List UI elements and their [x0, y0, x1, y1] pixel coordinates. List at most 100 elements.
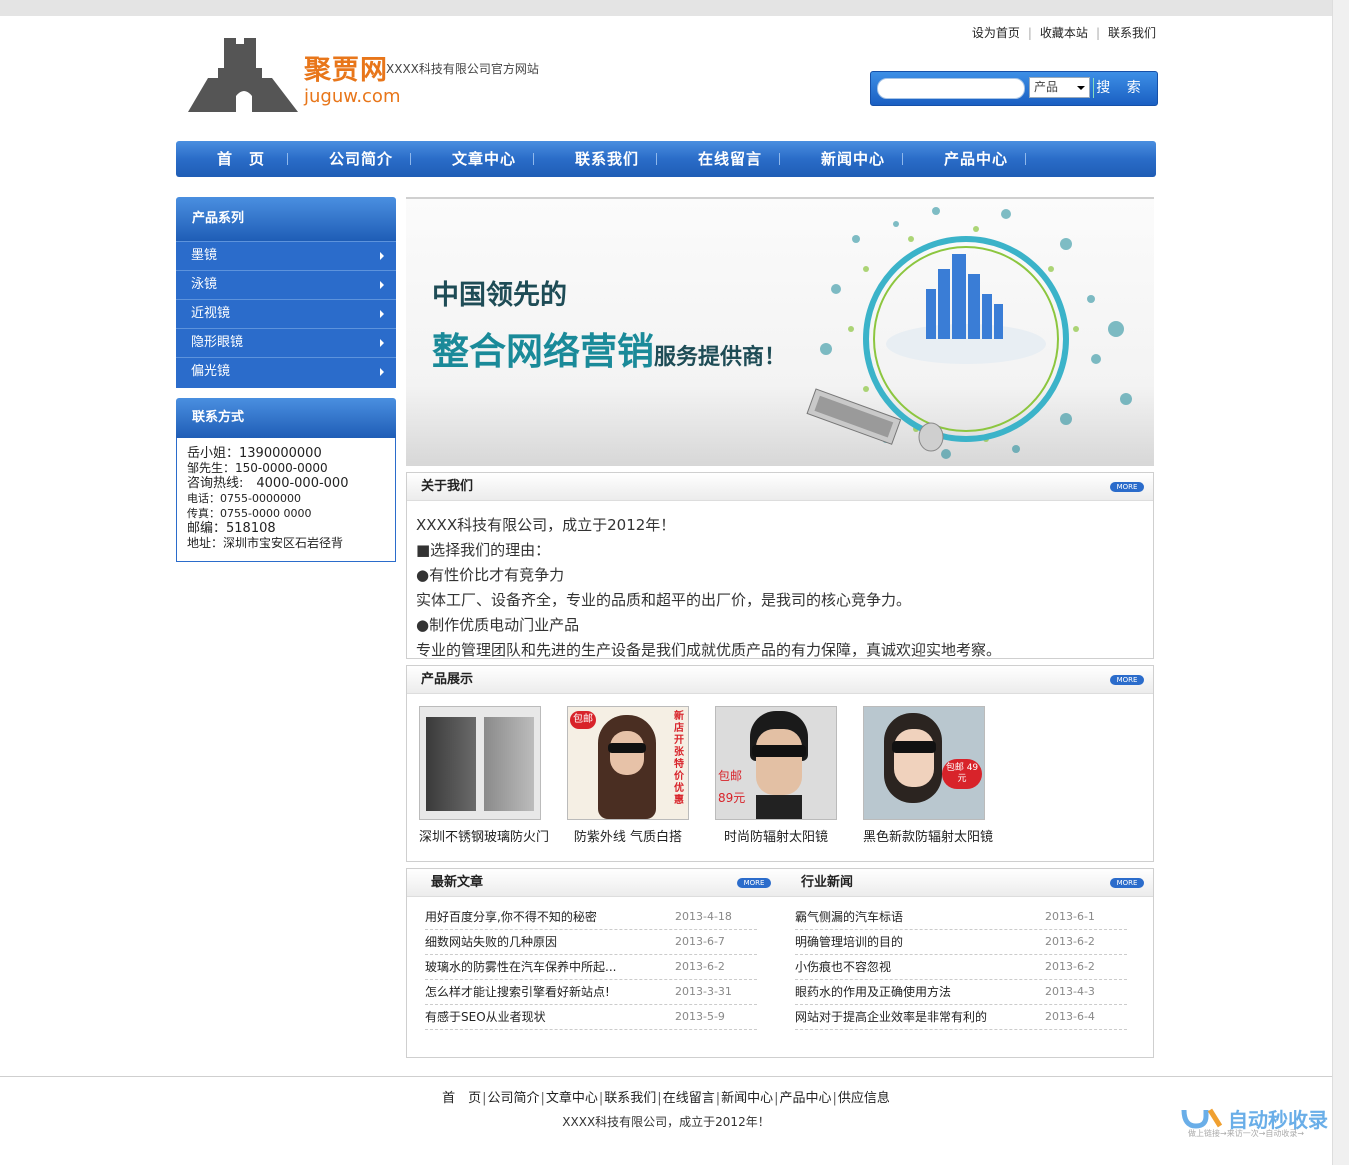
- about-body: XXXX科技有限公司，成立于2012年！ ■选择我们的理由： ●有性价比才有竞争…: [407, 501, 1153, 658]
- industry-row[interactable]: 网站对于提高企业效率是非常有利的 2013-6-4: [795, 1005, 1127, 1030]
- contact-us-link[interactable]: 联系我们: [1108, 26, 1156, 40]
- contact-line: 电话：0755-0000000: [187, 492, 301, 505]
- watermark: 自动秒收录 做上链接→来访一次→自动收录→: [1180, 1104, 1330, 1140]
- product-image[interactable]: 包邮 49元: [863, 706, 985, 820]
- nav-contact[interactable]: 联系我们: [552, 141, 662, 177]
- product-price: 89元: [718, 791, 746, 805]
- nav-divider: [779, 153, 780, 165]
- category-label: 隐形眼镜: [191, 335, 244, 350]
- footer-link-supply[interactable]: 供应信息: [838, 1091, 890, 1106]
- about-line: ●制作优质电动门业产品: [416, 616, 580, 634]
- industry-news-date: 2013-4-3: [1045, 985, 1095, 998]
- product-image[interactable]: 包邮 89元: [715, 706, 837, 820]
- about-panel: 关于我们 MORE XXXX科技有限公司，成立于2012年！ ■选择我们的理由： …: [406, 472, 1154, 659]
- product-card[interactable]: 包邮 49元 黑色新款防辐射太阳镜: [863, 706, 993, 845]
- nav-company-intro[interactable]: 公司简介: [306, 141, 416, 177]
- product-caption[interactable]: 防紫外线 气质白搭: [567, 826, 689, 845]
- search-input[interactable]: [877, 78, 1025, 99]
- article-title[interactable]: 用好百度分享,你不得不知的秘密: [425, 905, 597, 929]
- product-card[interactable]: 包邮 新店开张 特价优惠 防紫外线 气质白搭: [567, 706, 689, 845]
- product-card[interactable]: 包邮 89元 时尚防辐射太阳镜: [715, 706, 837, 845]
- footer-link-products[interactable]: 产品中心: [780, 1091, 832, 1106]
- article-date: 2013-6-7: [675, 935, 725, 948]
- article-date: 2013-5-9: [675, 1010, 725, 1023]
- about-more-button[interactable]: MORE: [1110, 482, 1144, 492]
- article-title[interactable]: 有感于SEO从业者现状: [425, 1005, 546, 1029]
- industry-row[interactable]: 小伤痕也不容忽视 2013-6-2: [795, 955, 1127, 980]
- product-caption[interactable]: 黑色新款防辐射太阳镜: [863, 826, 993, 845]
- search-select-value: 产品: [1034, 80, 1059, 94]
- article-row[interactable]: 用好百度分享,你不得不知的秘密 2013-4-18: [425, 905, 757, 930]
- industry-news-title[interactable]: 网站对于提高企业效率是非常有利的: [795, 1005, 987, 1029]
- banner-line-2-big: 整合网络营销: [432, 330, 654, 373]
- sidebar: 产品系列 墨镜 泳镜 近视镜 隐形眼镜 偏光镜 联系方式 岳小姐：1390000…: [176, 197, 396, 562]
- set-homepage-link[interactable]: 设为首页: [972, 26, 1020, 40]
- nav-articles[interactable]: 文章中心: [429, 141, 539, 177]
- nav-home[interactable]: 首 页: [186, 141, 296, 177]
- contact-line: 地址：深圳市宝安区石岩径背: [187, 536, 344, 550]
- footer-divider: [0, 1076, 1332, 1077]
- product-card[interactable]: 深圳不锈钢玻璃防火门: [419, 706, 549, 845]
- footer-link-news[interactable]: 新闻中心: [721, 1091, 773, 1106]
- industry-news-title[interactable]: 小伤痕也不容忽视: [795, 955, 891, 979]
- product-image[interactable]: 包邮 新店开张 特价优惠: [567, 706, 689, 820]
- product-caption[interactable]: 时尚防辐射太阳镜: [715, 826, 837, 845]
- banner[interactable]: 中国领先的 整合网络营销服务提供商！: [406, 197, 1154, 466]
- industry-row[interactable]: 眼药水的作用及正确使用方法 2013-4-3: [795, 980, 1127, 1005]
- footer-link-articles[interactable]: 文章中心: [546, 1091, 598, 1106]
- nav-guestbook[interactable]: 在线留言: [675, 141, 785, 177]
- category-item[interactable]: 近视镜: [176, 299, 396, 328]
- articles-more-button[interactable]: MORE: [737, 878, 771, 888]
- category-item[interactable]: 墨镜: [176, 241, 396, 270]
- industry-news-title[interactable]: 明确管理培训的目的: [795, 930, 903, 954]
- industry-news-title[interactable]: 霸气侧漏的汽车标语: [795, 905, 903, 929]
- about-title-text: 关于我们: [421, 479, 474, 494]
- article-row[interactable]: 有感于SEO从业者现状 2013-5-9: [425, 1005, 757, 1030]
- article-date: 2013-3-31: [675, 985, 732, 998]
- product-caption[interactable]: 深圳不锈钢玻璃防火门: [419, 826, 549, 845]
- industry-more-button[interactable]: MORE: [1110, 878, 1144, 888]
- contact-title: 联系方式: [176, 398, 396, 438]
- industry-news-date: 2013-6-2: [1045, 960, 1095, 973]
- category-label: 近视镜: [191, 306, 231, 321]
- news-header-bar: [407, 869, 1153, 897]
- banner-city-illustration: [806, 207, 1132, 459]
- brand-name-cn: 聚贾网: [304, 55, 388, 86]
- nav-divider: [287, 153, 288, 165]
- nav-news[interactable]: 新闻中心: [798, 141, 908, 177]
- contact-info: 岳小姐：1390000000 邹先生：150-0000-0000 咨询热线: 4…: [176, 438, 396, 562]
- search-button[interactable]: 搜 索: [1093, 78, 1149, 98]
- industry-row[interactable]: 明确管理培训的目的 2013-6-2: [795, 930, 1127, 955]
- article-title[interactable]: 细数网站失败的几种原因: [425, 930, 557, 954]
- article-row[interactable]: 细数网站失败的几种原因 2013-6-7: [425, 930, 757, 955]
- category-item[interactable]: 泳镜: [176, 270, 396, 299]
- logo-icon[interactable]: [188, 38, 298, 112]
- nav-divider: [1025, 153, 1026, 165]
- footer-link-company[interactable]: 公司简介: [487, 1091, 539, 1106]
- article-title[interactable]: 怎么样才能让搜索引擎看好新站点!: [425, 980, 610, 1004]
- about-line: 专业的管理团队和先进的生产设备是我们成就优质产品的有力保障，真诚欢迎实地考察。: [416, 641, 1002, 658]
- category-item[interactable]: 隐形眼镜: [176, 328, 396, 357]
- watermark-logo-icon: [1181, 1108, 1223, 1129]
- footer-copyright: XXXX科技有限公司，成立于2012年！: [562, 1115, 770, 1129]
- products-more-button[interactable]: MORE: [1110, 675, 1144, 685]
- nav-products[interactable]: 产品中心: [921, 141, 1031, 177]
- product-image[interactable]: [419, 706, 541, 820]
- footer-link-guestbook[interactable]: 在线留言: [663, 1091, 715, 1106]
- vertical-scrollbar[interactable]: [1332, 0, 1349, 1165]
- products-panel: 产品展示 MORE 深圳不锈钢玻璃防火门 包邮 新店开张 特价优惠 防紫外线 气质…: [406, 665, 1154, 862]
- search-category-select[interactable]: 产品: [1029, 77, 1090, 98]
- footer-link-contact[interactable]: 联系我们: [604, 1091, 656, 1106]
- industry-row[interactable]: 霸气侧漏的汽车标语 2013-6-1: [795, 905, 1127, 930]
- category-item[interactable]: 偏光镜: [176, 357, 396, 388]
- article-row[interactable]: 怎么样才能让搜索引擎看好新站点! 2013-3-31: [425, 980, 757, 1005]
- article-title[interactable]: 玻璃水的防雾性在汽车保养中所起...: [425, 955, 616, 979]
- industry-news-date: 2013-6-4: [1045, 1010, 1095, 1023]
- contact-line: 咨询热线: 4000-000-000: [187, 476, 349, 491]
- article-row[interactable]: 玻璃水的防雾性在汽车保养中所起... 2013-6-2: [425, 955, 757, 980]
- main-nav: 首 页 公司简介 文章中心 联系我们 在线留言 新闻中心 产品中心: [176, 141, 1156, 177]
- industry-news-title[interactable]: 眼药水的作用及正确使用方法: [795, 980, 951, 1004]
- bookmark-link[interactable]: 收藏本站: [1040, 26, 1088, 40]
- footer-link-home[interactable]: 首 页: [442, 1091, 481, 1106]
- about-line: 实体工厂、设备齐全，专业的品质和超平的出厂价，是我司的核心竞争力。: [416, 591, 912, 609]
